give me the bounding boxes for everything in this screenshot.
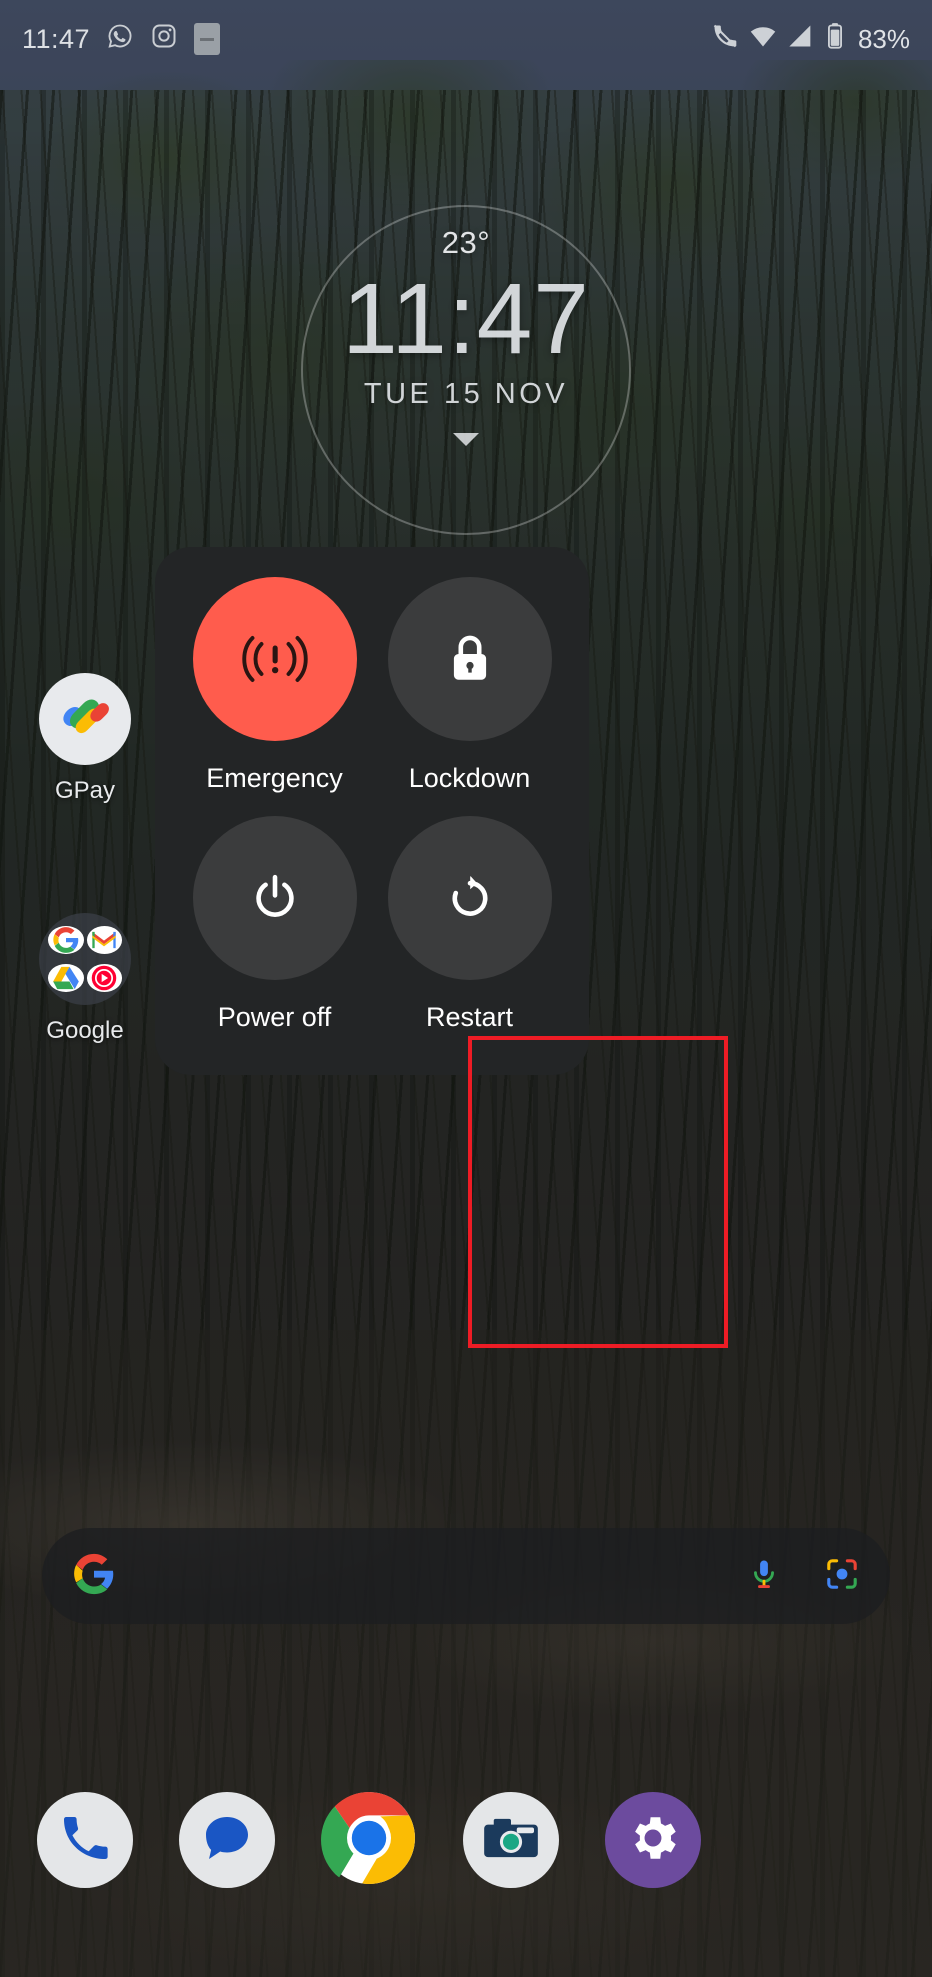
- home-folder-google[interactable]: Google: [10, 913, 160, 1045]
- status-bar-clock: 11:47: [22, 23, 91, 54]
- power-menu-emergency[interactable]: Emergency: [177, 577, 372, 816]
- dock-app-settings[interactable]: [605, 1792, 701, 1888]
- gmail-icon: [86, 925, 122, 954]
- widget-date[interactable]: TUE 15 NOV: [0, 378, 932, 411]
- status-bar-left: 11:47: [22, 22, 221, 57]
- power-menu-restart[interactable]: Restart: [372, 816, 567, 1055]
- chrome-icon: [321, 1792, 417, 1888]
- power-menu-dialog: Emergency Lockdown Power off Restart: [155, 547, 589, 1075]
- widget-clock-time[interactable]: 11:47: [0, 267, 932, 372]
- power-menu-label: Lockdown: [408, 763, 531, 793]
- status-bar[interactable]: 11:47 83%: [0, 0, 932, 78]
- home-app-gpay[interactable]: GPay: [10, 673, 160, 805]
- whatsapp-icon: [106, 22, 134, 57]
- google-lens-icon[interactable]: [824, 1556, 860, 1597]
- google-g-icon: [72, 1552, 116, 1601]
- messages-icon: [199, 1810, 255, 1871]
- restart-icon[interactable]: [387, 816, 552, 980]
- gpay-icon: [39, 673, 131, 765]
- power-menu-label: Emergency: [206, 763, 343, 793]
- google-search-bar[interactable]: [42, 1528, 890, 1624]
- camera-icon: [482, 1815, 540, 1866]
- home-folder-label: Google: [46, 1017, 124, 1044]
- power-menu-label: Power off: [217, 1002, 332, 1032]
- app-dock: [0, 1792, 932, 1932]
- google-search-icon: [48, 925, 84, 954]
- youtube-music-icon: [86, 964, 122, 993]
- emergency-broadcast-icon[interactable]: [192, 577, 357, 741]
- battery-icon: [825, 22, 845, 57]
- instagram-icon: [150, 22, 178, 57]
- microphone-icon[interactable]: [746, 1556, 782, 1597]
- battery-percent-label: 83%: [857, 23, 910, 54]
- phone-icon: [57, 1810, 113, 1871]
- google-folder-icon: [39, 913, 131, 1005]
- call-mute-icon: [711, 22, 739, 57]
- status-bar-right: 83%: [711, 22, 910, 57]
- chevron-down-icon[interactable]: [453, 433, 479, 446]
- android-home-screen: 11:47 83% 23° 11:47 TUE 15 NOV GPay Goog…: [0, 0, 932, 1977]
- clock-weather-widget[interactable]: 23° 11:47 TUE 15 NOV: [0, 205, 932, 535]
- wifi-icon: [749, 22, 777, 57]
- google-drive-icon: [48, 964, 84, 993]
- lock-icon[interactable]: [387, 577, 552, 741]
- dock-app-chrome[interactable]: [321, 1792, 417, 1888]
- search-input[interactable]: [116, 1560, 746, 1592]
- weather-temperature[interactable]: 23°: [0, 225, 932, 261]
- screen-record-icon: [194, 23, 221, 55]
- settings-gear-icon: [624, 1809, 682, 1872]
- dock-app-messages[interactable]: [179, 1792, 275, 1888]
- search-actions: [746, 1556, 860, 1597]
- power-menu-lockdown[interactable]: Lockdown: [372, 577, 567, 816]
- dock-app-phone[interactable]: [37, 1792, 133, 1888]
- power-icon[interactable]: [192, 816, 357, 980]
- power-menu-power-off[interactable]: Power off: [177, 816, 372, 1055]
- power-menu-label: Restart: [425, 1002, 514, 1032]
- mobile-signal-icon: [787, 22, 815, 57]
- dock-app-camera[interactable]: [463, 1792, 559, 1888]
- home-app-label: GPay: [54, 777, 116, 804]
